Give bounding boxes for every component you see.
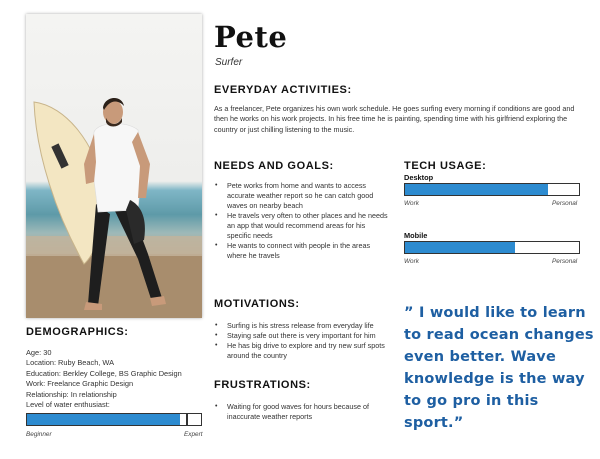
demographics-age: Age: 30 bbox=[26, 348, 52, 357]
demographics-level-label: Level of water enthusiast: bbox=[26, 400, 110, 410]
needs-heading: NEEDS AND GOALS: bbox=[214, 160, 334, 172]
tshirt bbox=[91, 123, 143, 213]
list-item: Pete works from home and wants to access… bbox=[214, 181, 389, 211]
list-item: He has big drive to explore and try new … bbox=[214, 341, 394, 361]
frustrations-heading: FRUSTRATIONS: bbox=[214, 379, 311, 391]
tech-mobile-bar bbox=[404, 241, 580, 254]
tech-desktop-bar bbox=[404, 183, 580, 196]
tech-desktop-label: Desktop bbox=[404, 173, 434, 182]
list-item: He travels very often to other places an… bbox=[214, 211, 389, 241]
motivations-list: Surfing is his stress release from every… bbox=[214, 321, 394, 361]
beach-sand bbox=[26, 254, 202, 318]
demographics-heading: DEMOGRAPHICS: bbox=[26, 326, 129, 338]
wet-sand bbox=[26, 236, 202, 256]
persona-name: Pete bbox=[214, 20, 288, 54]
tech-mobile-fill bbox=[405, 242, 515, 253]
everyday-heading: EVERYDAY ACTIVITIES: bbox=[214, 84, 352, 96]
demographics-work: Work: Freelance Graphic Design bbox=[26, 379, 134, 389]
persona-photo bbox=[26, 14, 202, 318]
list-item: He wants to connect with people in the a… bbox=[214, 241, 389, 261]
tech-mobile-right-label: Personal bbox=[552, 258, 578, 265]
list-item: Surfing is his stress release from every… bbox=[214, 321, 394, 331]
demographics-details: Age: 30 Location: Ruby Beach, WA Educati… bbox=[26, 348, 182, 410]
motivations-heading: MOTIVATIONS: bbox=[214, 298, 300, 310]
demographics-relationship: Relationship: In relationship bbox=[26, 389, 117, 399]
tech-desktop-left-label: Work bbox=[404, 200, 419, 207]
water-enthusiast-right-label: Expert bbox=[184, 431, 203, 438]
water-enthusiast-fill bbox=[27, 414, 181, 425]
needs-list: Pete works from home and wants to access… bbox=[214, 181, 389, 261]
water-enthusiast-left-label: Beginner bbox=[26, 431, 52, 438]
tech-desktop-right-label: Personal bbox=[552, 200, 578, 207]
water-enthusiast-marker bbox=[186, 414, 189, 425]
surfer-illustration bbox=[26, 97, 202, 318]
tech-heading: TECH USAGE: bbox=[404, 160, 487, 172]
list-item: Waiting for good waves for hours because… bbox=[214, 402, 394, 422]
persona-quote: ” I would like to learn to read ocean ch… bbox=[404, 305, 594, 431]
list-item: Staying safe out there is very important… bbox=[214, 331, 394, 341]
everyday-text: As a freelancer, Pete organizes his own … bbox=[214, 104, 575, 134]
tech-desktop-fill bbox=[405, 184, 548, 195]
demographics-location: Location: Ruby Beach, WA bbox=[26, 358, 115, 368]
tech-mobile-label: Mobile bbox=[404, 231, 428, 240]
frustrations-list: Waiting for good waves for hours because… bbox=[214, 402, 394, 422]
persona-role: Surfer bbox=[215, 57, 243, 68]
demographics-education: Education: Berkley College, BS Graphic D… bbox=[26, 368, 182, 378]
tech-mobile-left-label: Work bbox=[404, 258, 419, 265]
water-enthusiast-bar bbox=[26, 413, 202, 426]
